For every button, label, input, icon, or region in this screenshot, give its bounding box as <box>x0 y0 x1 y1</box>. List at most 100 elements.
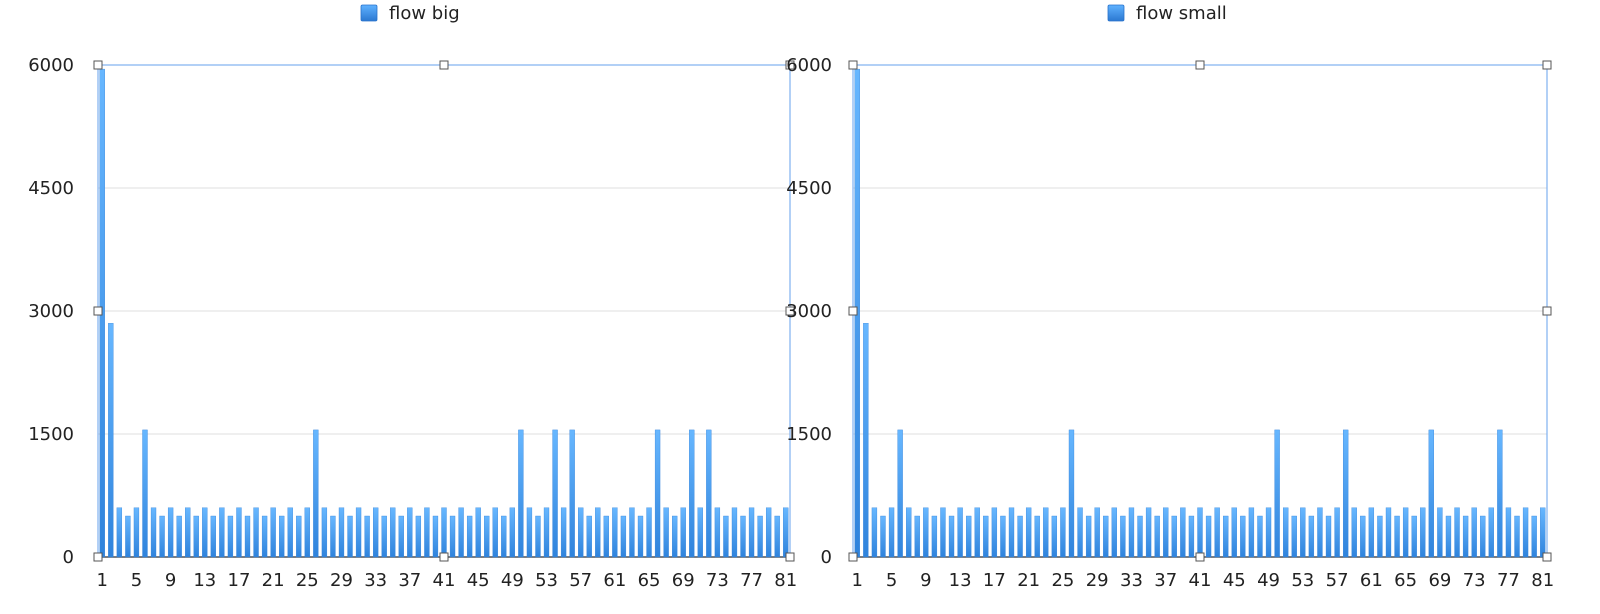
resize-handle[interactable] <box>93 60 103 70</box>
bar <box>603 515 609 558</box>
bar <box>543 507 550 558</box>
bar <box>765 507 772 558</box>
resize-handle[interactable] <box>1542 60 1552 70</box>
bar <box>931 515 938 558</box>
x-tick-label: 37 <box>1154 570 1177 591</box>
bar <box>432 515 439 558</box>
bar <box>1163 507 1169 558</box>
bar <box>1437 507 1443 558</box>
x-tick-label: 29 <box>1086 570 1109 591</box>
bar <box>261 515 268 558</box>
bar <box>1094 507 1100 558</box>
resize-handle[interactable] <box>1542 306 1552 316</box>
bar <box>757 515 763 558</box>
legend-swatch <box>360 4 378 22</box>
bar <box>1145 507 1152 558</box>
bar <box>569 429 575 558</box>
x-tick-label: 9 <box>920 570 931 591</box>
legend-label: flow big <box>389 3 460 24</box>
bar <box>940 507 946 558</box>
bar <box>116 507 123 558</box>
bar <box>176 515 182 558</box>
bar <box>1240 515 1246 558</box>
resize-handle[interactable] <box>848 60 858 70</box>
x-tick-label: 81 <box>1531 570 1554 591</box>
bar <box>948 515 955 558</box>
bar <box>923 507 929 558</box>
bar <box>689 429 695 558</box>
bar <box>373 507 379 558</box>
y-tick-label: 1500 <box>28 424 74 445</box>
bar <box>1377 515 1383 558</box>
bar <box>125 515 131 558</box>
bar <box>313 429 319 558</box>
bar <box>1480 515 1486 558</box>
x-tick-label: 29 <box>330 570 353 591</box>
bar <box>1368 507 1375 558</box>
bar <box>1497 429 1503 558</box>
bar <box>1522 507 1529 558</box>
bar <box>1402 507 1409 558</box>
bar <box>783 507 789 558</box>
bar <box>1505 507 1512 558</box>
resize-handle[interactable] <box>1195 60 1205 70</box>
x-tick-label: 21 <box>1017 570 1040 591</box>
bar <box>1394 515 1400 558</box>
resize-handle[interactable] <box>93 552 103 562</box>
x-tick-label: 65 <box>638 570 661 591</box>
bar <box>740 515 746 558</box>
bar <box>1214 507 1220 558</box>
bar <box>654 429 661 558</box>
bar <box>1171 515 1177 558</box>
bar <box>1257 515 1263 558</box>
x-tick-label: 73 <box>706 570 729 591</box>
legend-label: flow small <box>1136 3 1227 24</box>
resize-handle[interactable] <box>1542 552 1552 562</box>
bar <box>338 507 345 558</box>
resize-handle[interactable] <box>1195 552 1205 562</box>
x-tick-label: 5 <box>131 570 142 591</box>
x-tick-label: 77 <box>740 570 763 591</box>
x-tick-label: 81 <box>774 570 797 591</box>
x-tick-label: 77 <box>1497 570 1520 591</box>
bar <box>1342 429 1349 558</box>
bar <box>381 515 387 558</box>
bar <box>983 515 989 558</box>
bar <box>1454 507 1460 558</box>
bar <box>966 515 972 558</box>
x-tick-label: 13 <box>193 570 216 591</box>
resize-handle[interactable] <box>785 552 795 562</box>
bar <box>1120 515 1126 558</box>
bar <box>1248 507 1255 558</box>
resize-handle[interactable] <box>439 552 449 562</box>
x-tick-label: 61 <box>603 570 626 591</box>
bar <box>672 515 678 558</box>
bar <box>974 507 980 558</box>
bar <box>1488 507 1494 558</box>
x-tick-label: 61 <box>1360 570 1383 591</box>
bar <box>663 507 669 558</box>
bar <box>697 507 703 558</box>
resize-handle[interactable] <box>439 60 449 70</box>
bar <box>424 507 430 558</box>
x-tick-label: 57 <box>1326 570 1349 591</box>
bar <box>1300 507 1306 558</box>
bar <box>1385 507 1392 558</box>
x-tick-label: 33 <box>364 570 387 591</box>
bar <box>863 323 869 558</box>
resize-handle[interactable] <box>848 306 858 316</box>
bar <box>398 515 404 558</box>
x-tick-label: 33 <box>1120 570 1143 591</box>
bar <box>1017 515 1023 558</box>
x-tick-label: 5 <box>886 570 897 591</box>
bar <box>906 507 912 558</box>
bar <box>321 507 328 558</box>
bar <box>1180 507 1186 558</box>
resize-handle[interactable] <box>848 552 858 562</box>
bar <box>637 515 644 558</box>
bar <box>193 515 199 558</box>
resize-handle[interactable] <box>93 306 103 316</box>
y-tick-label: 0 <box>821 547 832 568</box>
bar <box>1471 507 1477 558</box>
bar <box>501 515 507 558</box>
